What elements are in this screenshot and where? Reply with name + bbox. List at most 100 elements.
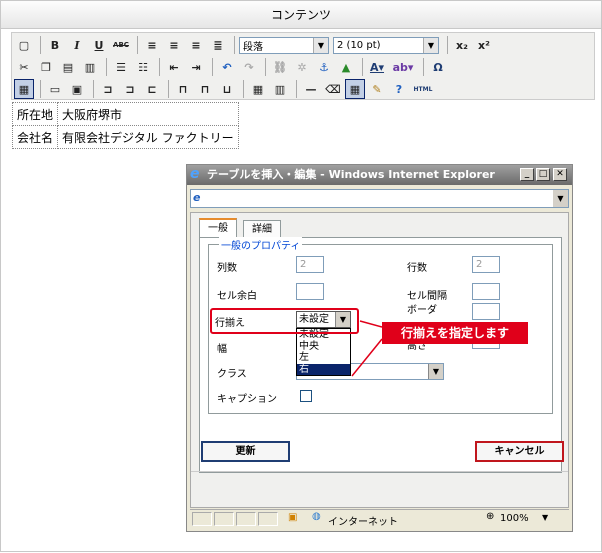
redo-icon[interactable]: ↷ [239,57,259,77]
tab-advanced[interactable]: 詳細 [243,220,281,238]
width-label: 幅 [217,344,227,355]
merge-cells-icon[interactable]: ▥ [270,79,290,99]
cancel-button[interactable]: キャンセル [475,441,564,462]
undo-icon[interactable]: ↶ [217,57,237,77]
content-table[interactable]: 所在地 大阪府堺市 会社名 有限会社デジタル ファクトリー [11,102,239,149]
cellspacing-input[interactable] [472,283,500,300]
eraser-icon[interactable]: ⌫ [323,79,343,99]
chevron-down-icon[interactable]: ▼ [542,513,548,522]
format-select[interactable]: 段落 ▼ [239,36,329,54]
underline-button[interactable]: U [89,35,109,55]
panel-title: コンテンツ [1,1,601,29]
bullet-list-icon[interactable]: ☰ [111,57,131,77]
table-dialog-window: e テーブルを挿入・編集 - Windows Internet Explorer… [186,164,573,532]
anchor-icon[interactable]: ⚓ [314,57,334,77]
bold-button[interactable]: B [45,35,65,55]
table-row: 所在地 大阪府堺市 [11,102,239,126]
chevron-down-icon[interactable]: ▼ [553,190,568,207]
align-right-icon[interactable]: ≡ [186,35,206,55]
callout-label: 行揃えを指定します [382,322,528,344]
table-cell[interactable]: 有限会社デジタル ファクトリー [57,125,239,149]
zone-label: インターネット [328,517,398,528]
superscript-button[interactable]: x² [474,35,494,55]
unlink-icon[interactable]: ✲ [292,57,312,77]
font-size-select[interactable]: 2 (10 pt) ▼ [333,36,439,54]
special-char-button[interactable]: Ω [428,57,448,77]
minimize-icon[interactable]: _ [520,168,534,181]
col-before-icon[interactable]: ⊓ [173,79,193,99]
font-size-value: 2 (10 pt) [337,39,381,51]
zoom-level[interactable]: 100% [500,513,529,524]
row-after-icon[interactable]: ⊐ [120,79,140,99]
align-center-icon[interactable]: ≡ [164,35,184,55]
page-icon: e [193,191,201,204]
separator [296,80,297,98]
table-cell[interactable]: 所在地 [11,102,59,126]
separator [362,58,363,76]
update-button[interactable]: 更新 [201,441,290,462]
new-document-icon[interactable]: ▢ [14,35,34,55]
separator [159,58,160,76]
separator [106,58,107,76]
paste-icon[interactable]: ▤ [58,57,78,77]
globe-icon: ◍ [312,511,321,522]
align-left-icon[interactable]: ≡ [142,35,162,55]
separator [137,36,138,54]
table-insert-icon[interactable]: ▦ [14,79,34,99]
cut-icon[interactable]: ✂ [14,57,34,77]
col-after-icon[interactable]: ⊓ [195,79,215,99]
help-icon[interactable]: ? [389,79,409,99]
table-cell[interactable]: 会社名 [11,125,59,149]
tab-general[interactable]: 一般 [199,218,237,238]
zoom-icon: ⊕ [486,511,495,522]
align-option[interactable]: 左 [297,352,350,364]
toolbar-row-3: ▦ ▭ ▣ ⊐ ⊐ ⊏ ⊓ ⊓ ⊔ ▦ ▥ — ⌫ ▦ ✎ ? HTML [14,78,437,100]
horizontal-rule-icon[interactable]: — [301,79,321,99]
border-input[interactable] [472,303,500,320]
status-cell [258,512,278,526]
italic-button[interactable]: I [67,35,87,55]
separator [40,80,41,98]
cell-props-icon[interactable]: ▣ [67,79,87,99]
status-cell [236,512,256,526]
paste-word-icon[interactable]: ▥ [80,57,100,77]
align-option[interactable]: 中央 [297,341,350,353]
cellpadding-input[interactable] [296,283,324,300]
cleanup-icon[interactable]: ✎ [367,79,387,99]
caption-checkbox[interactable] [300,390,312,402]
align-justify-icon[interactable]: ≣ [208,35,228,55]
strikethrough-button[interactable]: ABC [111,35,131,55]
highlight-color-icon[interactable]: ab▾ [389,57,417,77]
border-label: ボーダ [407,305,437,316]
subscript-button[interactable]: x₂ [452,35,472,55]
maximize-icon[interactable]: □ [536,168,550,181]
dialog-titlebar: e テーブルを挿入・編集 - Windows Internet Explorer… [187,165,572,185]
delete-col-icon[interactable]: ⊔ [217,79,237,99]
image-icon[interactable]: ▲ [336,57,356,77]
align-dropdown-list[interactable]: 未設定 中央 左 右 [296,328,351,376]
close-icon[interactable]: ✕ [553,168,567,181]
status-bar: ▣ ◍ インターネット ⊕ 100% ▼ [190,509,569,528]
address-bar[interactable]: e ▼ [190,189,569,208]
align-option[interactable]: 右 [297,363,350,375]
delete-row-icon[interactable]: ⊏ [142,79,162,99]
cols-input[interactable]: 2 [296,256,324,273]
numbered-list-icon[interactable]: ☷ [133,57,153,77]
align-highlight-box [210,308,359,334]
html-source-button[interactable]: HTML [411,79,435,99]
tab-panel: 一般のプロパティ 列数 2 行数 2 セル余白 セル間隔 行揃え 未設定 ▼ 未… [199,237,562,473]
indent-icon[interactable]: ⇥ [186,57,206,77]
outdent-icon[interactable]: ⇤ [164,57,184,77]
split-cells-icon[interactable]: ▦ [248,79,268,99]
cellspacing-label: セル間隔 [407,291,447,302]
copy-icon[interactable]: ❐ [36,57,56,77]
table-cell[interactable]: 大阪府堺市 [57,102,239,126]
row-props-icon[interactable]: ▭ [45,79,65,99]
ie-logo-icon: e [190,166,200,182]
class-label: クラス [217,369,247,380]
rows-input[interactable]: 2 [472,256,500,273]
link-icon[interactable]: ⛓ [270,57,290,77]
text-color-icon[interactable]: A▾ [367,57,387,77]
row-before-icon[interactable]: ⊐ [98,79,118,99]
visual-aid-icon[interactable]: ▦ [345,79,365,99]
